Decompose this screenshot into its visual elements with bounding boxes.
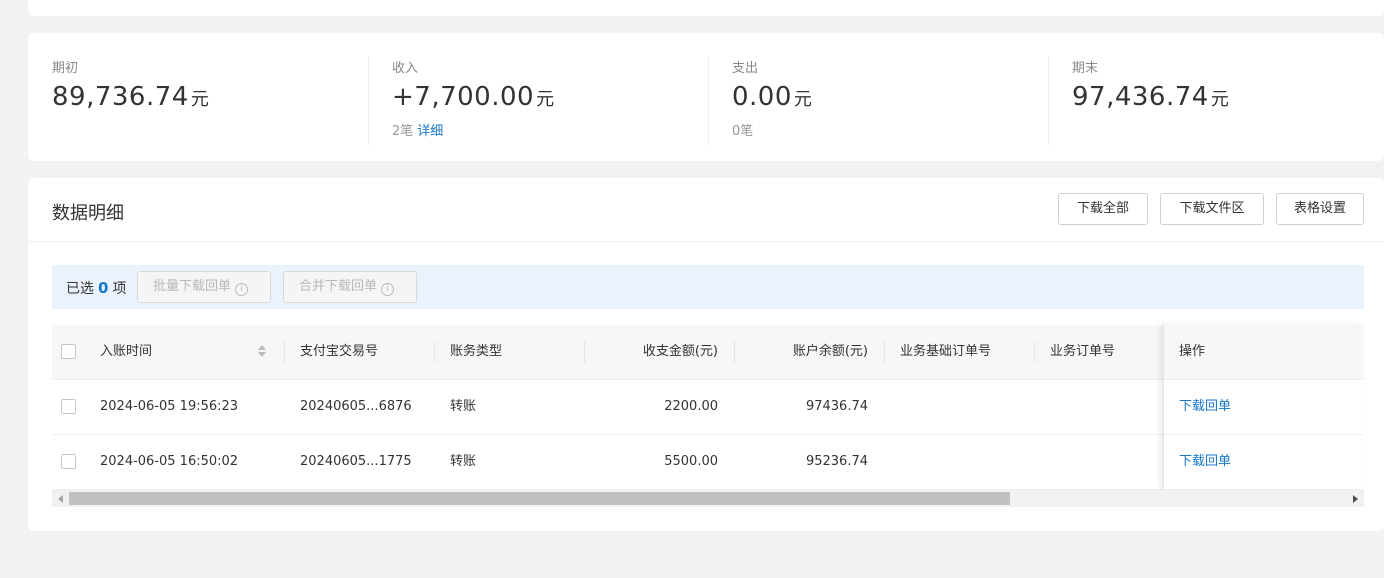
- summary-expense: 支出 0.00 元 0笔: [732, 57, 812, 145]
- col-alipay-no: 支付宝交易号: [300, 344, 379, 359]
- col-separator: [1034, 341, 1035, 363]
- summary-amount: +7,700.00: [392, 82, 535, 112]
- scroll-left-arrow-icon[interactable]: [58, 495, 63, 503]
- cell-time: 2024-06-05 19:56:23: [100, 399, 239, 414]
- scroll-right-arrow-icon[interactable]: [1353, 495, 1358, 503]
- col-separator: [284, 341, 285, 363]
- select-all-checkbox[interactable]: [61, 344, 76, 359]
- col-separator: [734, 341, 735, 363]
- row-checkbox[interactable]: [61, 454, 76, 469]
- batch-download-button[interactable]: 批量下载回单 i: [137, 271, 271, 303]
- divider: [708, 57, 709, 145]
- summary-unit: 元: [190, 89, 209, 110]
- download-receipt-link[interactable]: 下载回单: [1179, 435, 1231, 489]
- detail-card: 数据明细 下载全部 下载文件区 表格设置 已选 0 项 批量下载回单 i 合并下载回单…: [28, 178, 1384, 531]
- selection-suffix: 项: [112, 281, 127, 297]
- merge-download-button[interactable]: 合并下载回单 i: [283, 271, 417, 303]
- col-action: 操作: [1179, 344, 1206, 359]
- cell-type: 转账: [450, 399, 477, 414]
- col-type: 账务类型: [450, 344, 503, 359]
- income-detail-link[interactable]: 详细: [417, 124, 443, 139]
- row-checkbox[interactable]: [61, 399, 76, 414]
- summary-income: 收入 +7,700.00 元 2笔 详细: [392, 57, 554, 145]
- summary-opening: 期初 89,736.74 元: [52, 57, 209, 145]
- col-separator: [434, 341, 435, 363]
- col-order: 业务订单号: [1050, 344, 1116, 359]
- summary-amount: 0.00: [732, 82, 792, 112]
- col-amount: 收支金额(元): [642, 344, 718, 359]
- col-balance: 账户余额(元): [792, 344, 868, 359]
- merge-download-label: 合并下载回单: [299, 279, 378, 294]
- col-base-order: 业务基础订单号: [900, 344, 992, 359]
- download-receipt-link[interactable]: 下载回单: [1179, 380, 1231, 434]
- download-all-button[interactable]: 下载全部: [1058, 193, 1148, 225]
- selection-status: 已选 0 项: [66, 278, 126, 298]
- divider: [1048, 57, 1049, 145]
- selection-prefix: 已选: [66, 281, 94, 297]
- summary-unit: 元: [536, 89, 555, 110]
- summary-unit: 元: [793, 89, 812, 110]
- info-icon: i: [381, 283, 395, 296]
- cell-amount: 2200.00: [664, 399, 718, 414]
- horizontal-scrollbar[interactable]: [52, 490, 1364, 507]
- col-separator: [584, 341, 585, 363]
- info-icon: i: [235, 283, 249, 296]
- cell-alipay-no: 20240605...1775: [300, 454, 412, 469]
- table-settings-button[interactable]: 表格设置: [1276, 193, 1364, 225]
- summary-label: 收入: [392, 61, 419, 76]
- summary-amount: 97,436.74: [1072, 82, 1209, 112]
- divider: [368, 57, 369, 145]
- fixed-action-column: 操作 下载回单 下载回单: [1163, 325, 1364, 490]
- summary-closing: 期末 97,436.74 元: [1072, 57, 1229, 145]
- income-count: 2笔: [392, 124, 414, 139]
- download-files-button[interactable]: 下载文件区: [1160, 193, 1264, 225]
- cell-alipay-no: 20240605...6876: [300, 399, 412, 414]
- top-card: [28, 0, 1384, 16]
- summary-unit: 元: [1210, 89, 1229, 110]
- summary-label: 支出: [732, 61, 759, 76]
- col-time[interactable]: 入账时间: [100, 325, 152, 379]
- batch-download-label: 批量下载回单: [153, 279, 232, 294]
- selection-bar: 已选 0 项 批量下载回单 i 合并下载回单 i: [52, 265, 1364, 309]
- expense-count: 0笔: [732, 124, 754, 139]
- detail-title: 数据明细: [52, 203, 124, 224]
- col-separator: [884, 341, 885, 363]
- cell-balance: 95236.74: [805, 454, 868, 469]
- selection-count: 0: [98, 279, 109, 297]
- summary-label: 期末: [1072, 61, 1099, 76]
- cell-amount: 5500.00: [664, 454, 718, 469]
- cell-balance: 97436.74: [805, 399, 868, 414]
- detail-header: 数据明细 下载全部 下载文件区 表格设置: [28, 178, 1384, 242]
- cell-type: 转账: [450, 454, 477, 469]
- sort-icon[interactable]: [258, 345, 266, 359]
- summary-label: 期初: [52, 61, 79, 76]
- summary-card: 期初 89,736.74 元 收入 +7,700.00 元 2笔 详细 支出 0.00…: [28, 33, 1384, 161]
- scrollbar-thumb[interactable]: [69, 492, 1010, 505]
- cell-time: 2024-06-05 16:50:02: [100, 454, 239, 469]
- summary-amount: 89,736.74: [52, 82, 189, 112]
